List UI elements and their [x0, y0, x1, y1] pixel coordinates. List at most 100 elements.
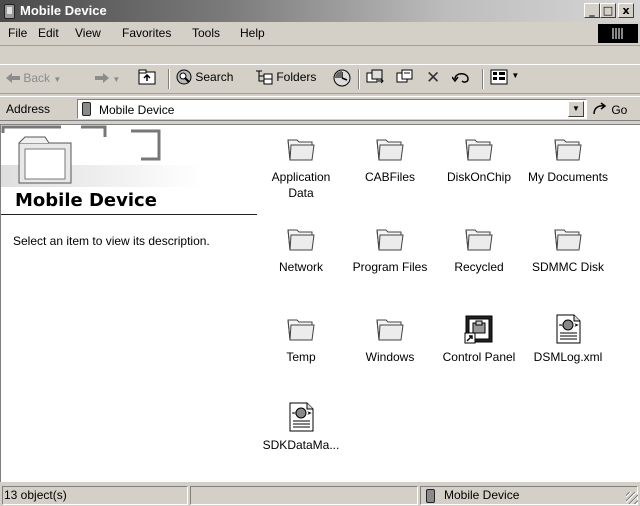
file-item[interactable]: DiskOnChip	[437, 133, 521, 185]
explorer-window: Mobile Device _ □ x File Edit View Favor…	[0, 0, 640, 506]
svg-text:<: <	[559, 322, 564, 329]
xml-file-icon: < >	[285, 401, 317, 433]
file-item-label: Windows	[365, 350, 415, 364]
file-item-label: Temp	[286, 350, 316, 364]
folder-icon	[552, 133, 584, 165]
svg-text:<: <	[292, 410, 297, 417]
menu-file[interactable]: File	[8, 26, 27, 40]
file-item-label: Control Panel	[442, 350, 516, 364]
file-item-label: CABFiles	[364, 170, 415, 184]
folder-icon	[552, 223, 584, 255]
xml-file-icon: < >	[552, 313, 584, 345]
status-bar: 13 object(s) Mobile Device	[0, 484, 640, 506]
forward-arrow-icon	[95, 73, 109, 83]
windows-logo-icon	[598, 24, 638, 43]
forward-dropdown-icon: ▼	[112, 75, 121, 84]
file-item[interactable]: Program Files	[348, 223, 432, 275]
file-item-label: DSMLog.xml	[533, 350, 603, 364]
copy-to-button[interactable]	[396, 69, 414, 88]
folder-icon	[463, 223, 495, 255]
folder-icon	[374, 313, 406, 345]
info-pane-heading: Mobile Device	[15, 190, 157, 211]
delete-button[interactable]: ✕	[426, 68, 440, 88]
up-folder-icon	[138, 69, 156, 85]
back-button[interactable]: Back ▼	[6, 71, 61, 85]
svg-text:>: >	[307, 410, 312, 417]
menu-favorites[interactable]: Favorites	[122, 26, 171, 40]
folder-icon	[285, 223, 317, 255]
status-object-count: 13 object(s)	[4, 488, 67, 502]
views-button[interactable]: ▼	[490, 69, 519, 85]
close-button[interactable]: x	[618, 3, 634, 18]
address-dropdown-button[interactable]: ▼	[568, 101, 584, 117]
file-item-label: Recycled	[454, 260, 504, 274]
chevron-down-icon: ▼	[572, 104, 580, 113]
move-to-icon	[366, 69, 384, 84]
address-field[interactable]: Mobile Device ▼	[77, 99, 587, 119]
file-item[interactable]: Temp	[259, 313, 343, 365]
file-item[interactable]: Control Panel	[437, 313, 521, 365]
control-panel-shortcut-icon	[463, 313, 495, 345]
file-item[interactable]: Windows	[348, 313, 432, 365]
back-dropdown-icon: ▼	[53, 75, 62, 84]
forward-button[interactable]: ▼	[95, 71, 120, 85]
file-item[interactable]: < > DSMLog.xml	[526, 313, 610, 365]
info-pane-description: Select an item to view its description.	[13, 234, 210, 248]
file-item-label: Network	[278, 260, 323, 274]
file-item[interactable]: CABFiles	[348, 133, 432, 185]
window-title: Mobile Device	[20, 3, 107, 18]
back-label: Back	[23, 71, 51, 85]
menu-edit[interactable]: Edit	[38, 26, 59, 40]
folder-icon	[463, 133, 495, 165]
undo-button[interactable]	[451, 69, 472, 88]
folder-view: Mobile Device Select an item to view its…	[0, 124, 640, 482]
address-label: Address	[6, 102, 51, 116]
search-icon	[176, 69, 192, 85]
toolbar-separator	[482, 69, 484, 89]
views-icon	[490, 69, 508, 85]
views-dropdown-icon: ▼	[511, 71, 520, 80]
svg-text:>: >	[574, 322, 579, 329]
file-item-label: Application Data	[271, 170, 331, 200]
move-to-button[interactable]	[366, 69, 384, 88]
status-location: Mobile Device	[444, 488, 520, 502]
title-bar[interactable]: Mobile Device _ □ x	[0, 0, 640, 22]
file-item[interactable]: Recycled	[437, 223, 521, 275]
maximize-button[interactable]: □	[600, 3, 616, 18]
menu-help[interactable]: Help	[240, 26, 265, 40]
search-button[interactable]: Search	[176, 69, 233, 85]
status-panel-middle	[190, 486, 418, 505]
file-item-label: SDMMC Disk	[532, 260, 604, 274]
delete-icon: ✕	[426, 68, 441, 88]
menu-tools[interactable]: Tools	[192, 26, 220, 40]
up-folder-button[interactable]	[138, 69, 156, 88]
toolbar-separator	[168, 69, 170, 89]
go-label: Go	[611, 103, 628, 117]
folder-icon	[374, 133, 406, 165]
folders-label: Folders	[276, 70, 317, 84]
file-item-label: SDKDataMa...	[262, 438, 340, 452]
minimize-button[interactable]: _	[584, 3, 600, 18]
folder-icon	[285, 313, 317, 345]
resize-grip[interactable]	[626, 492, 638, 504]
file-item[interactable]: My Documents	[526, 133, 610, 185]
address-value: Mobile Device	[99, 103, 175, 117]
go-button[interactable]: Go	[592, 102, 627, 117]
file-item[interactable]: < > SDKDataMa...	[259, 401, 343, 453]
folders-icon	[256, 70, 273, 85]
history-button[interactable]	[333, 69, 351, 90]
back-arrow-icon	[6, 73, 20, 83]
file-item-label: My Documents	[527, 170, 609, 184]
menu-view[interactable]: View	[75, 26, 101, 40]
folders-button[interactable]: Folders	[255, 69, 316, 85]
standard-toolbar: Back ▼ ▼ Search Folders ✕ ▼	[0, 64, 640, 94]
mobile-device-icon	[426, 489, 435, 503]
file-item-label: Program Files	[352, 260, 428, 274]
file-item[interactable]: Network	[259, 223, 343, 275]
file-item[interactable]: SDMMC Disk	[526, 223, 610, 275]
file-item[interactable]: Application Data	[259, 133, 343, 201]
folder-icon	[374, 223, 406, 255]
address-bar: Address Mobile Device ▼ Go	[0, 96, 640, 121]
undo-icon	[451, 73, 469, 83]
folder-banner-graphic	[1, 125, 201, 187]
